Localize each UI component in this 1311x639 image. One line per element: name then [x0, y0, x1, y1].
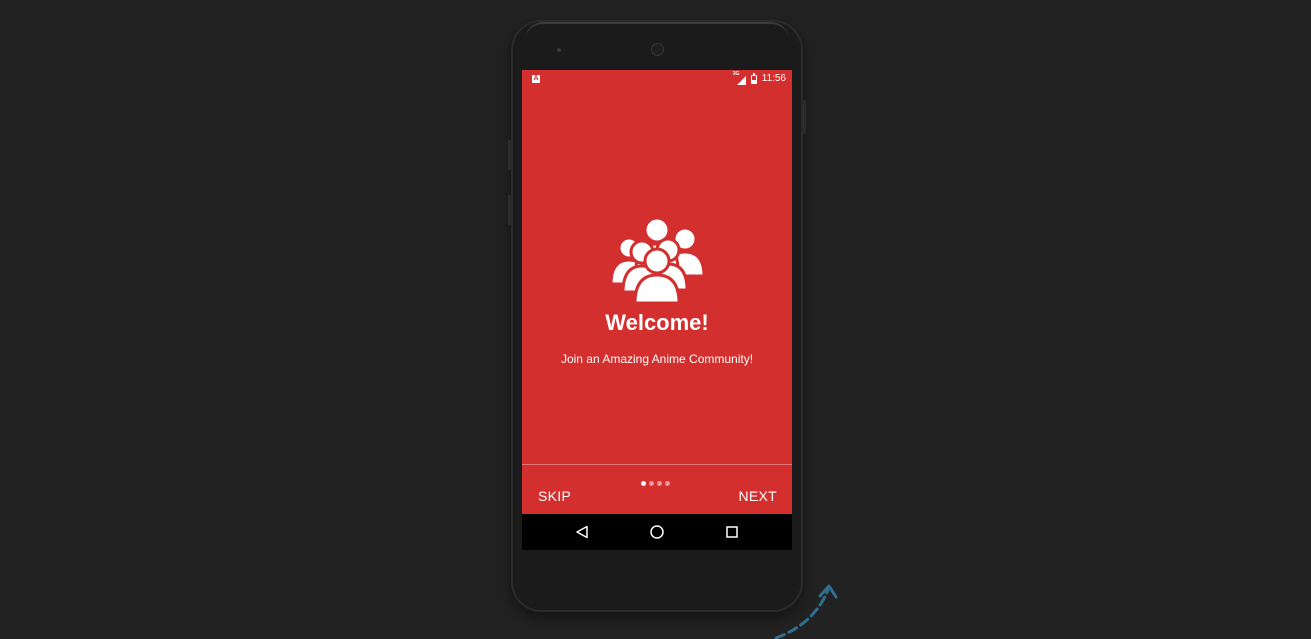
- phone-frame: A 3G 11:56 Welcome! Join an Amazing Anim…: [508, 20, 806, 612]
- speaker-dot: [557, 48, 561, 52]
- notification-app-icon: A: [532, 75, 540, 83]
- status-bar: A 3G 11:56: [522, 70, 792, 88]
- next-button[interactable]: NEXT: [738, 487, 777, 505]
- page-dot-1: [641, 481, 646, 486]
- signal-icon: [736, 75, 746, 85]
- page-dot-3: [657, 481, 662, 486]
- volume-down-button: [508, 195, 511, 225]
- back-button[interactable]: [572, 522, 592, 542]
- signal-indicator: 3G: [733, 71, 746, 85]
- back-triangle-icon: [576, 525, 588, 539]
- front-camera: [651, 43, 664, 56]
- system-nav-bar: [522, 514, 792, 550]
- phone-top-rim: [525, 22, 789, 40]
- app-screen: A 3G 11:56 Welcome! Join an Amazing Anim…: [522, 70, 792, 550]
- page-dot-2: [649, 481, 654, 486]
- welcome-title: Welcome!: [605, 310, 709, 335]
- power-button: [803, 100, 806, 134]
- status-indicators: 3G 11:56: [733, 71, 786, 85]
- status-time: 11:56: [761, 73, 786, 84]
- recents-square-icon: [726, 526, 738, 538]
- page-dot-4: [665, 481, 670, 486]
- skip-button[interactable]: SKIP: [538, 487, 571, 505]
- preview-stage: A 3G 11:56 Welcome! Join an Amazing Anim…: [0, 0, 1311, 639]
- onboarding-footer: SKIP NEXT: [522, 464, 792, 515]
- people-group-icon: [609, 218, 706, 304]
- battery-icon: [750, 72, 757, 84]
- home-circle-icon: [650, 525, 664, 539]
- home-button[interactable]: [647, 522, 667, 542]
- recents-button[interactable]: [722, 522, 742, 542]
- welcome-subtitle: Join an Amazing Anime Community!: [560, 352, 754, 366]
- page-indicator: [641, 481, 670, 486]
- curved-arrow-icon: [774, 584, 838, 639]
- volume-up-button: [508, 140, 511, 170]
